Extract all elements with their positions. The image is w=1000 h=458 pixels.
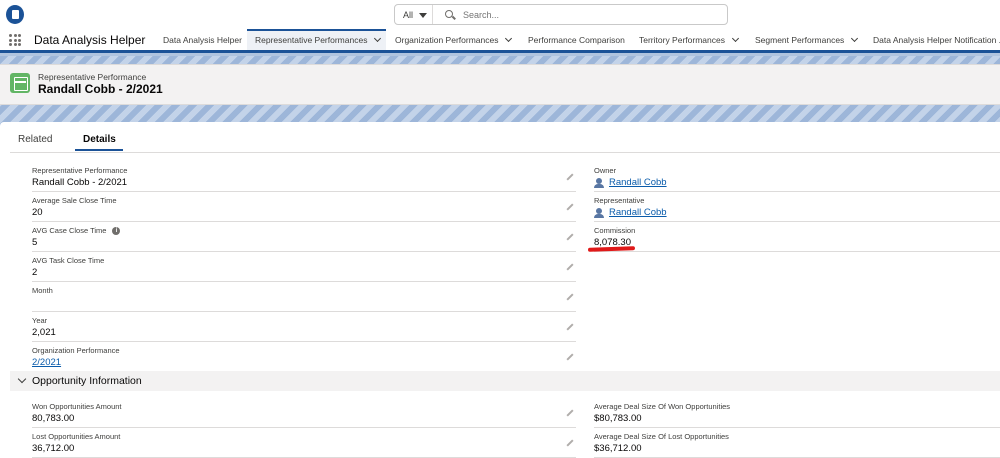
- chevron-down-icon[interactable]: [851, 34, 859, 43]
- field-value: 2: [32, 267, 38, 278]
- field-value: $36,712.00: [594, 443, 642, 454]
- record-detail-card: Related Details Representative Performan…: [0, 122, 1000, 458]
- field-label: Month: [32, 286, 53, 295]
- chevron-down-icon[interactable]: [731, 34, 740, 43]
- field-label: Average Deal Size Of Lost Opportunities: [594, 432, 729, 441]
- field-label: Average Sale Close Time: [32, 196, 117, 205]
- field-value: 20: [32, 207, 43, 218]
- field-lost-opportunities-amount: Lost Opportunities Amount 36,712.00: [32, 428, 576, 458]
- user-avatar-icon: [594, 208, 604, 218]
- search-scope-select[interactable]: All: [395, 5, 433, 24]
- user-avatar-icon: [594, 178, 604, 188]
- field-average-sale-close-time: Average Sale Close Time 20: [32, 192, 576, 222]
- edit-pencil-icon[interactable]: [566, 203, 574, 211]
- field-representative-performance: Representative Performance Randall Cobb …: [32, 162, 576, 192]
- app-name: Data Analysis Helper: [34, 33, 146, 47]
- field-value: Randall Cobb - 2/2021: [32, 177, 128, 188]
- caret-down-icon: [419, 13, 427, 18]
- field-representative: Representative Randall Cobb: [594, 192, 1000, 222]
- edit-pencil-icon[interactable]: [566, 409, 574, 417]
- field-year: Year 2,021: [32, 312, 576, 342]
- chevron-down-icon: [17, 374, 27, 384]
- nav-tab-territory-performances[interactable]: Territory Performances: [639, 29, 740, 50]
- search-icon: [445, 10, 453, 18]
- edit-pencil-icon[interactable]: [566, 263, 574, 271]
- record-header: Representative Performance Randall Cobb …: [0, 64, 1000, 105]
- field-label: Representative: [594, 196, 645, 205]
- field-label: Lost Opportunities Amount: [32, 432, 121, 441]
- field-label: Owner: [594, 166, 617, 175]
- field-label-wrap: AVG Case Close Time i: [32, 226, 121, 236]
- field-value: 2,021: [32, 327, 56, 338]
- field-label: Organization Performance: [32, 346, 120, 355]
- nav-tab-organization-performances[interactable]: Organization Performances: [395, 29, 513, 50]
- edit-pencil-icon[interactable]: [566, 323, 574, 331]
- organization-performance-link[interactable]: 2/2021: [32, 357, 61, 368]
- nav-tab-label: Performance Comparison: [528, 35, 625, 45]
- chevron-down-icon[interactable]: [505, 34, 513, 43]
- field-value: 80,783.00: [32, 413, 75, 424]
- field-label: Representative Performance: [32, 166, 128, 175]
- field-organization-performance: Organization Performance 2/2021: [32, 342, 576, 372]
- navigation-bar: Data Analysis Helper Data Analysis Helpe…: [0, 29, 1000, 53]
- tab-details[interactable]: Details: [83, 134, 116, 145]
- global-search: All: [394, 4, 728, 25]
- nav-tab-label: Data Analysis Helper: [163, 35, 242, 45]
- edit-pencil-icon[interactable]: [566, 233, 574, 241]
- nav-tab-data-analysis-helper[interactable]: Data Analysis Helper: [163, 29, 242, 50]
- nav-tab-label: Territory Performances: [639, 35, 725, 45]
- field-value: 5: [32, 237, 38, 248]
- field-label: AVG Task Close Time: [32, 256, 105, 265]
- section-title: Opportunity Information: [32, 375, 142, 387]
- field-label: Average Deal Size Of Won Opportunities: [594, 402, 731, 411]
- search-scope-label: All: [403, 10, 414, 20]
- nav-tab-label: Representative Performances: [255, 35, 368, 45]
- field-label: Commission: [594, 226, 636, 235]
- owner-link[interactable]: Randall Cobb: [609, 177, 667, 188]
- record-type-label: Representative Performance: [38, 72, 147, 82]
- nav-tab-label: Segment Performances: [755, 35, 845, 45]
- field-month: Month: [32, 282, 576, 312]
- nav-tab-data-analysis-helper-notification[interactable]: Data Analysis Helper Notification ...: [873, 29, 1000, 50]
- field-avg-task-close-time: AVG Task Close Time 2: [32, 252, 576, 282]
- field-avg-case-close-time: AVG Case Close Time i 5: [32, 222, 576, 252]
- field-label: Won Opportunities Amount: [32, 402, 122, 411]
- info-icon[interactable]: i: [112, 227, 121, 236]
- field-owner: Owner Randall Cobb: [594, 162, 1000, 192]
- search-input[interactable]: [463, 7, 713, 22]
- field-average-deal-size-won: Average Deal Size Of Won Opportunities $…: [594, 398, 1000, 428]
- field-label: Year: [32, 316, 48, 325]
- edit-pencil-icon[interactable]: [566, 293, 574, 301]
- representative-link[interactable]: Randall Cobb: [609, 207, 667, 218]
- nav-tab-performance-comparison[interactable]: Performance Comparison: [528, 29, 625, 50]
- page-title: Randall Cobb - 2/2021: [38, 82, 163, 96]
- record-type-icon: [10, 73, 30, 93]
- nav-tab-representative-performances[interactable]: Representative Performances: [247, 29, 387, 50]
- app-launcher-icon[interactable]: [9, 34, 21, 46]
- tab-related[interactable]: Related: [18, 134, 52, 145]
- nav-tab-label: Data Analysis Helper Notification ...: [873, 35, 1000, 45]
- tab-divider: [10, 152, 1000, 153]
- active-tab-indicator: [75, 149, 123, 151]
- edit-pencil-icon[interactable]: [566, 439, 574, 447]
- field-commission: Commission 8,078.30: [594, 222, 1000, 252]
- field-average-deal-size-lost: Average Deal Size Of Lost Opportunities …: [594, 428, 1000, 458]
- global-header: All: [0, 0, 1000, 29]
- field-label: AVG Case Close Time: [32, 226, 107, 235]
- field-value: $80,783.00: [594, 413, 642, 424]
- nav-tab-segment-performances[interactable]: Segment Performances: [755, 29, 859, 50]
- edit-pencil-icon[interactable]: [566, 173, 574, 181]
- section-opportunity-information[interactable]: Opportunity Information: [10, 371, 1000, 391]
- field-value: 36,712.00: [32, 443, 75, 454]
- nav-tab-label: Organization Performances: [395, 35, 499, 45]
- chevron-down-icon[interactable]: [374, 34, 382, 43]
- field-won-opportunities-amount: Won Opportunities Amount 80,783.00: [32, 398, 576, 428]
- edit-pencil-icon[interactable]: [566, 353, 574, 361]
- app-logo-icon[interactable]: [6, 5, 24, 24]
